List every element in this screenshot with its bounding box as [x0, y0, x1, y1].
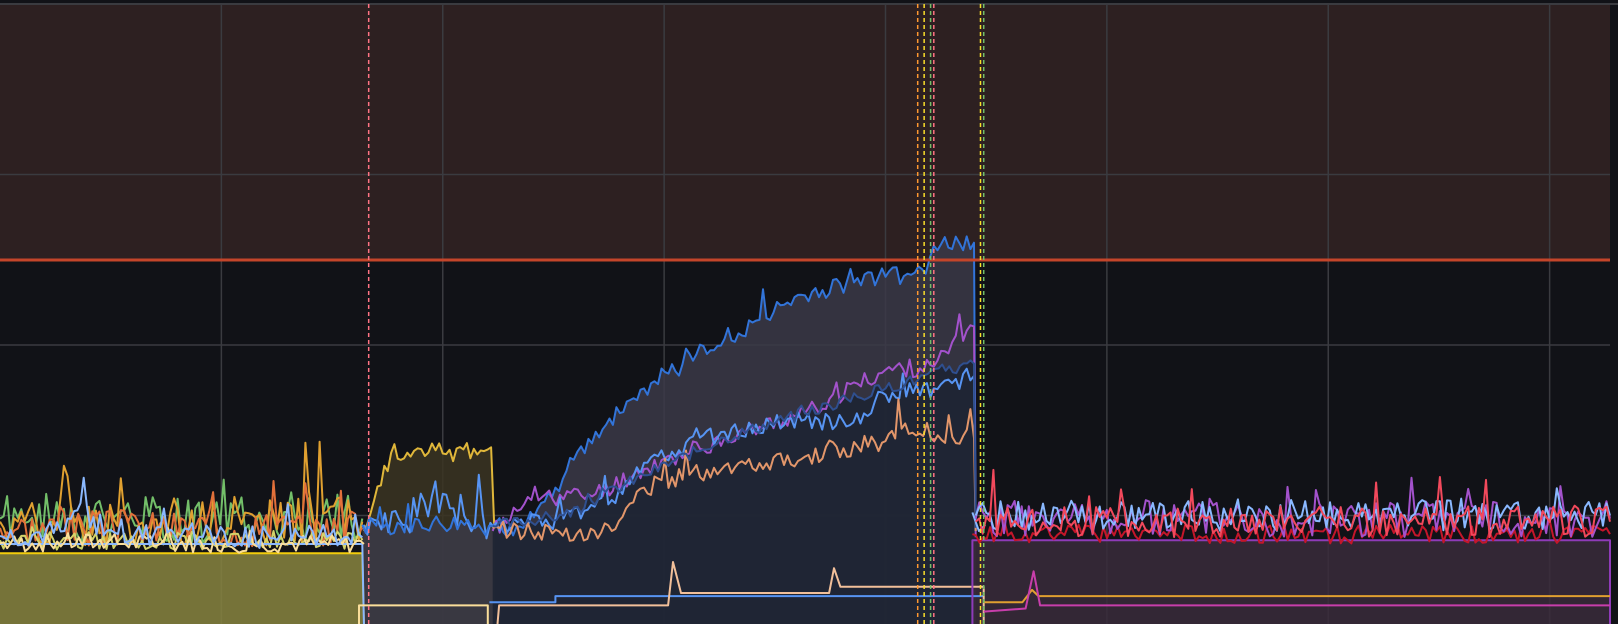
- series-area-5: [0, 553, 364, 624]
- threshold-region: [0, 4, 1610, 261]
- timeseries-panel: [0, 0, 1618, 624]
- line-chart: [0, 3, 1618, 624]
- series-area-19: [972, 540, 1610, 624]
